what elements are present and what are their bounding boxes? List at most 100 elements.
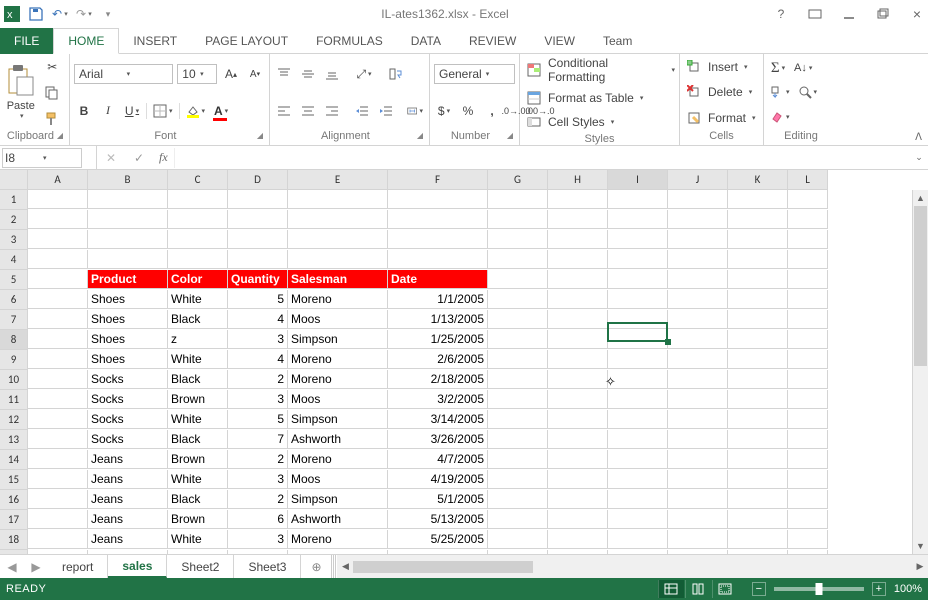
cell-H3[interactable] bbox=[548, 230, 608, 249]
cell-J12[interactable] bbox=[668, 410, 728, 429]
cell-F3[interactable] bbox=[388, 230, 488, 249]
sheet-tab-sheet2[interactable]: Sheet2 bbox=[167, 555, 234, 578]
format-as-table-icon[interactable] bbox=[524, 88, 544, 108]
alignment-dialog-icon[interactable]: ◢ bbox=[417, 129, 423, 143]
cell-C11[interactable]: Brown bbox=[168, 390, 228, 409]
col-header-G[interactable]: G bbox=[488, 170, 548, 190]
cell-A6[interactable] bbox=[28, 290, 88, 309]
cell-E10[interactable]: Moreno bbox=[288, 370, 388, 389]
cell-A19[interactable] bbox=[28, 550, 88, 554]
cell-I15[interactable] bbox=[608, 470, 668, 489]
cell-J4[interactable] bbox=[668, 250, 728, 269]
close-icon[interactable]: × bbox=[910, 7, 924, 21]
cell-B19[interactable]: Coats bbox=[88, 550, 168, 554]
cell-H13[interactable] bbox=[548, 430, 608, 449]
accounting-format-icon[interactable]: $▾ bbox=[434, 101, 454, 121]
cell-G19[interactable] bbox=[488, 550, 548, 554]
cell-D8[interactable]: 3 bbox=[228, 330, 288, 349]
formula-input[interactable] bbox=[174, 148, 910, 168]
cell-L4[interactable] bbox=[788, 250, 828, 269]
col-header-C[interactable]: C bbox=[168, 170, 228, 190]
sheet-nav-next-icon[interactable]: ▶ bbox=[24, 555, 48, 578]
cell-B7[interactable]: Shoes bbox=[88, 310, 168, 329]
cell-I14[interactable] bbox=[608, 450, 668, 469]
cell-J17[interactable] bbox=[668, 510, 728, 529]
clear-icon[interactable]: ▾ bbox=[768, 107, 792, 127]
cell-K1[interactable] bbox=[728, 190, 788, 209]
cut-icon[interactable]: ✂ bbox=[42, 57, 62, 77]
row-header-5[interactable]: 5 bbox=[0, 270, 28, 290]
sort-filter-icon[interactable]: A↓▾ bbox=[792, 58, 814, 78]
cell-H19[interactable] bbox=[548, 550, 608, 554]
cell-F1[interactable] bbox=[388, 190, 488, 209]
cell-F5[interactable]: Date bbox=[388, 270, 488, 289]
redo-icon[interactable]: ↷▾ bbox=[76, 6, 92, 22]
new-sheet-icon[interactable]: ⊕ bbox=[301, 555, 331, 578]
scroll-left-icon[interactable]: ◀ bbox=[337, 561, 353, 572]
decrease-indent-icon[interactable] bbox=[352, 101, 372, 121]
cell-F9[interactable]: 2/6/2005 bbox=[388, 350, 488, 369]
cell-D2[interactable] bbox=[228, 210, 288, 229]
zoom-in-icon[interactable]: + bbox=[872, 582, 886, 596]
cell-I4[interactable] bbox=[608, 250, 668, 269]
cell-D16[interactable]: 2 bbox=[228, 490, 288, 509]
zoom-slider[interactable] bbox=[774, 587, 864, 591]
cell-K6[interactable] bbox=[728, 290, 788, 309]
delete-cells-button[interactable]: Delete bbox=[708, 85, 743, 99]
fx-icon[interactable]: fx bbox=[153, 150, 174, 165]
cell-A18[interactable] bbox=[28, 530, 88, 549]
cell-J19[interactable] bbox=[668, 550, 728, 554]
cell-G10[interactable] bbox=[488, 370, 548, 389]
cell-K7[interactable] bbox=[728, 310, 788, 329]
font-size-combo[interactable]: 10▾ bbox=[177, 64, 217, 84]
row-header-1[interactable]: 1 bbox=[0, 190, 28, 210]
enter-formula-icon[interactable]: ✓ bbox=[125, 151, 153, 165]
cell-D7[interactable]: 4 bbox=[228, 310, 288, 329]
cell-G9[interactable] bbox=[488, 350, 548, 369]
cell-H7[interactable] bbox=[548, 310, 608, 329]
cell-A9[interactable] bbox=[28, 350, 88, 369]
scroll-up-icon[interactable]: ▲ bbox=[913, 190, 928, 206]
cell-F13[interactable]: 3/26/2005 bbox=[388, 430, 488, 449]
paste-icon[interactable] bbox=[7, 65, 35, 100]
cell-A16[interactable] bbox=[28, 490, 88, 509]
underline-button[interactable]: U▾ bbox=[122, 101, 142, 121]
cell-D19[interactable]: 7 bbox=[228, 550, 288, 554]
cell-I6[interactable] bbox=[608, 290, 668, 309]
col-header-B[interactable]: B bbox=[88, 170, 168, 190]
cell-G5[interactable] bbox=[488, 270, 548, 289]
cell-D11[interactable]: 3 bbox=[228, 390, 288, 409]
cell-B13[interactable]: Socks bbox=[88, 430, 168, 449]
insert-cells-button[interactable]: Insert bbox=[708, 60, 738, 74]
insert-cells-icon[interactable] bbox=[684, 57, 704, 77]
cell-D14[interactable]: 2 bbox=[228, 450, 288, 469]
cell-L15[interactable] bbox=[788, 470, 828, 489]
cell-B8[interactable]: Shoes bbox=[88, 330, 168, 349]
row-header-8[interactable]: 8 bbox=[0, 330, 28, 350]
row-header-12[interactable]: 12 bbox=[0, 410, 28, 430]
cell-B10[interactable]: Socks bbox=[88, 370, 168, 389]
cell-C18[interactable]: White bbox=[168, 530, 228, 549]
cell-L14[interactable] bbox=[788, 450, 828, 469]
row-header-6[interactable]: 6 bbox=[0, 290, 28, 310]
cell-B17[interactable]: Jeans bbox=[88, 510, 168, 529]
cell-I1[interactable] bbox=[608, 190, 668, 209]
cell-I12[interactable] bbox=[608, 410, 668, 429]
cell-B3[interactable] bbox=[88, 230, 168, 249]
format-painter-icon[interactable] bbox=[42, 109, 62, 129]
cell-G17[interactable] bbox=[488, 510, 548, 529]
cell-B15[interactable]: Jeans bbox=[88, 470, 168, 489]
cell-K15[interactable] bbox=[728, 470, 788, 489]
cell-L1[interactable] bbox=[788, 190, 828, 209]
format-as-table-button[interactable]: Format as Table bbox=[548, 91, 634, 105]
cell-J8[interactable] bbox=[668, 330, 728, 349]
align-top-icon[interactable] bbox=[274, 64, 294, 84]
tab-data[interactable]: DATA bbox=[397, 28, 455, 54]
sheet-tab-report[interactable]: report bbox=[48, 555, 108, 578]
cell-E6[interactable]: Moreno bbox=[288, 290, 388, 309]
cell-K9[interactable] bbox=[728, 350, 788, 369]
cell-A14[interactable] bbox=[28, 450, 88, 469]
cell-L19[interactable] bbox=[788, 550, 828, 554]
cell-C9[interactable]: White bbox=[168, 350, 228, 369]
cell-F7[interactable]: 1/13/2005 bbox=[388, 310, 488, 329]
